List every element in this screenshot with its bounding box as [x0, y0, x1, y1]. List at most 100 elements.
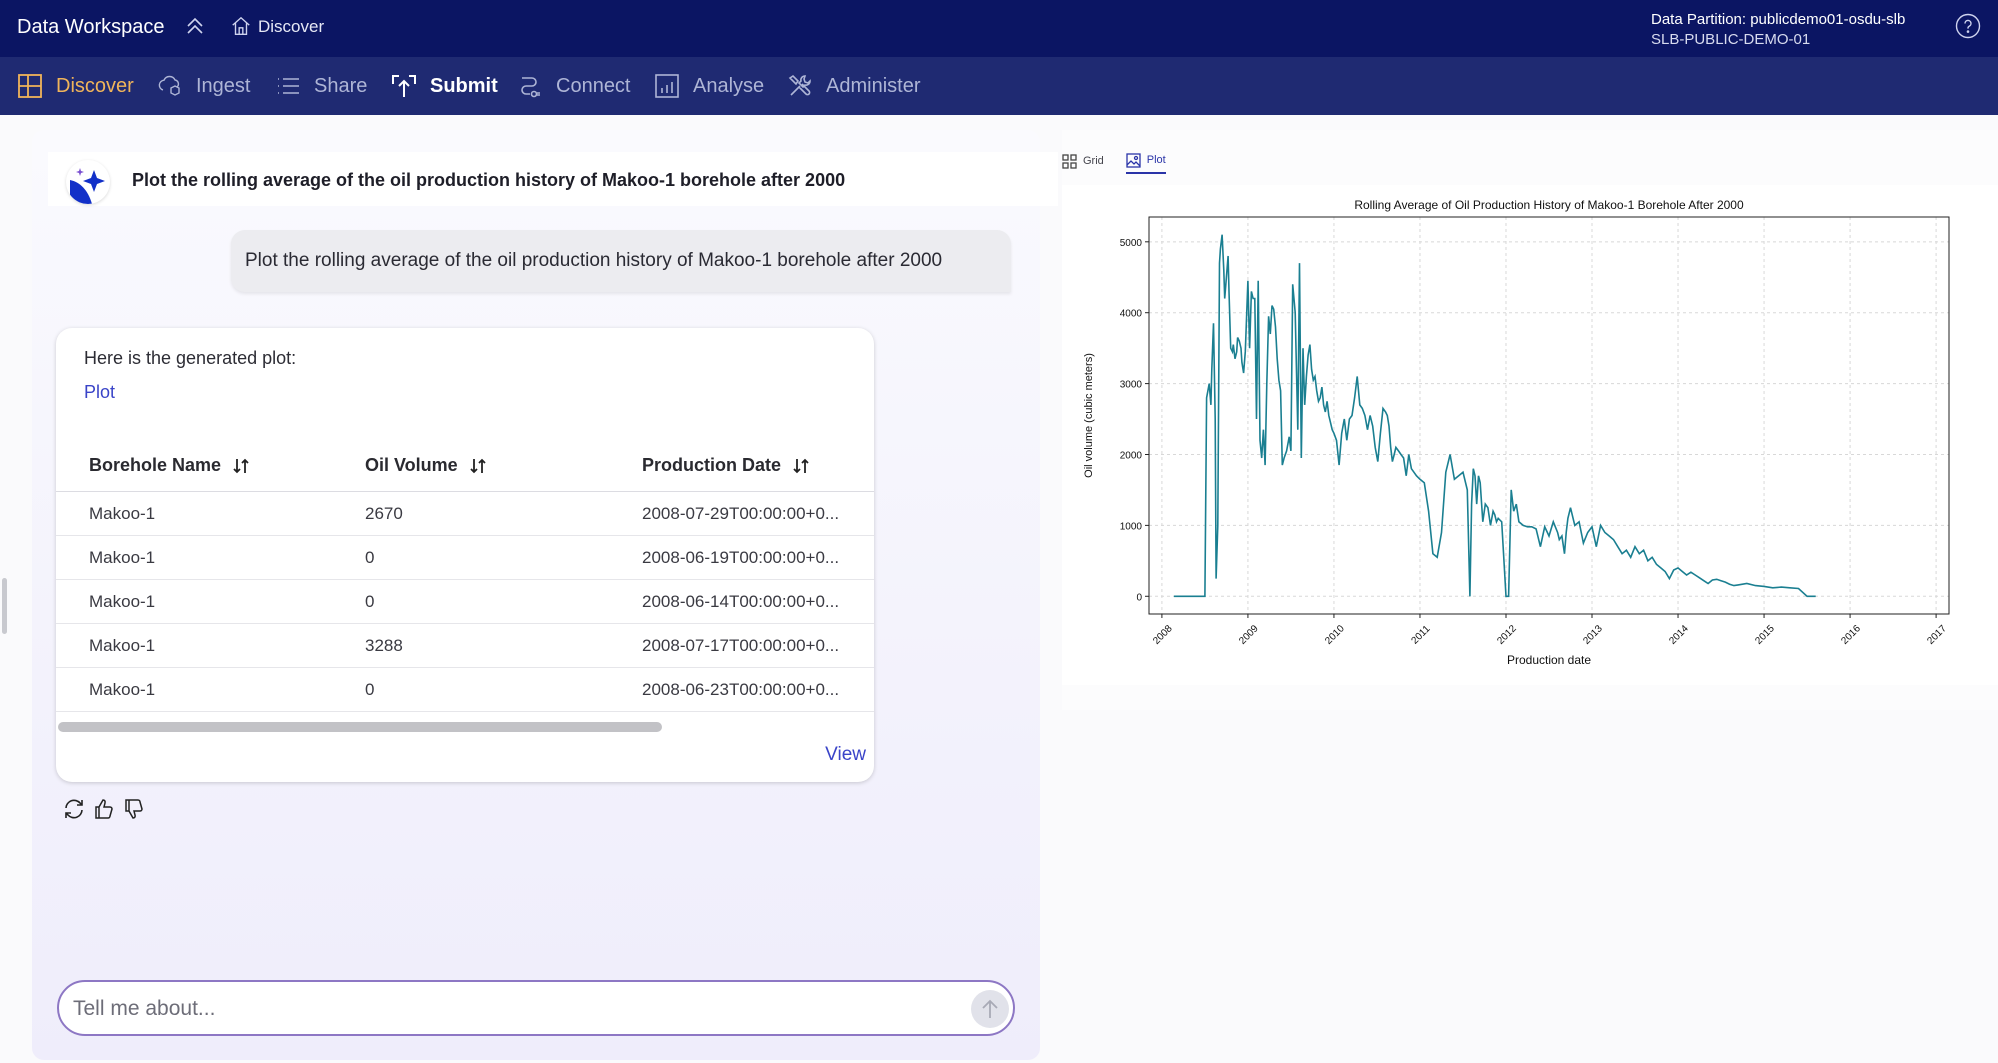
- nav-discover[interactable]: Discover: [16, 71, 134, 101]
- y-tick-label: 0: [1136, 592, 1142, 603]
- table-header-row: Borehole Name Oil Volume Production Date: [56, 440, 874, 492]
- nav-label: Connect: [556, 74, 631, 97]
- nav-analyse[interactable]: Analyse: [653, 71, 764, 101]
- table-row[interactable]: Makoo-1 2670 2008-07-29T00:00:00+0...: [56, 492, 874, 536]
- cell-borehole-name: Makoo-1: [89, 679, 156, 699]
- y-tick-label: 4000: [1120, 309, 1143, 320]
- x-tick-label: 2012: [1495, 623, 1519, 647]
- sort-icon[interactable]: [231, 456, 251, 476]
- x-tick-label: 2011: [1410, 623, 1433, 646]
- cell-oil-volume: 3288: [365, 635, 403, 655]
- column-header-oil-volume[interactable]: Oil Volume: [365, 440, 488, 491]
- table-row[interactable]: Makoo-1 0 2008-06-23T00:00:00+0...: [56, 668, 874, 712]
- assistant-avatar: [66, 160, 110, 204]
- nav-label: Submit: [430, 74, 498, 97]
- conversation-title: Plot the rolling average of the oil prod…: [132, 170, 846, 190]
- table-row[interactable]: Makoo-1 3288 2008-07-17T00:00:00+0...: [56, 624, 874, 668]
- results-table: Borehole Name Oil Volume Production Date…: [56, 440, 874, 712]
- y-tick-label: 1000: [1120, 521, 1143, 532]
- top-header: Data Workspace Discover Data Partition: …: [0, 0, 1998, 57]
- y-axis-label: Oil volume (cubic meters): [1083, 353, 1095, 478]
- send-button[interactable]: [971, 990, 1009, 1028]
- cell-oil-volume: 2670: [365, 503, 403, 523]
- page-scrollbar[interactable]: [2, 578, 7, 634]
- cloud-ingest-icon: [158, 75, 180, 96]
- series-line: [1173, 234, 1816, 598]
- column-header-borehole-name[interactable]: Borehole Name: [89, 440, 251, 491]
- partition-id: SLB-PUBLIC-DEMO-01: [1651, 31, 1811, 48]
- chat-input[interactable]: [73, 992, 933, 1026]
- x-tick-label: 2014: [1667, 623, 1691, 647]
- cell-borehole-name: Makoo-1: [89, 635, 156, 655]
- plot-frame: [1148, 216, 1950, 615]
- bar-chart-icon: [655, 74, 679, 98]
- breadcrumb-discover[interactable]: Discover: [258, 17, 324, 37]
- cell-borehole-name: Makoo-1: [89, 503, 156, 523]
- y-tick-label: 5000: [1120, 238, 1143, 249]
- sort-icon[interactable]: [791, 456, 811, 476]
- nav-share[interactable]: Share: [274, 71, 367, 101]
- thumbs-down-icon[interactable]: [122, 797, 146, 821]
- table-horizontal-scrollbar[interactable]: [58, 722, 662, 732]
- column-header-label: Borehole Name: [89, 455, 222, 475]
- column-header-production-date[interactable]: Production Date: [642, 440, 811, 491]
- tools-icon: [788, 74, 811, 96]
- nav-label: Analyse: [693, 74, 765, 97]
- help-icon[interactable]: [1955, 13, 1981, 39]
- nav-label: Share: [314, 74, 368, 97]
- plot-link[interactable]: Plot: [84, 382, 115, 403]
- cell-oil-volume: 0: [365, 547, 375, 567]
- tab-grid[interactable]: Grid: [1062, 148, 1104, 174]
- view-link[interactable]: View: [825, 744, 866, 766]
- image-plot-icon: [1126, 152, 1141, 168]
- chevron-double-up-icon[interactable]: [183, 14, 207, 38]
- nav-connect[interactable]: Connect: [516, 71, 631, 101]
- tab-label: Grid: [1083, 155, 1104, 167]
- column-header-label: Production Date: [642, 455, 782, 475]
- thumbs-up-icon[interactable]: [92, 797, 116, 821]
- cell-production-date: 2008-07-17T00:00:00+0...: [642, 635, 840, 655]
- chat-panel: Plot the rolling average of the oil prod…: [32, 130, 1058, 1060]
- regenerate-icon[interactable]: [62, 797, 86, 821]
- partition-label: Data Partition: publicdemo01-osdu-slb: [1651, 11, 1906, 28]
- cell-oil-volume: 0: [365, 679, 375, 699]
- x-tick-label: 2010: [1323, 623, 1347, 647]
- cell-oil-volume: 0: [365, 591, 375, 611]
- y-tick-label: 3000: [1120, 380, 1143, 391]
- table-row[interactable]: Makoo-1 0 2008-06-14T00:00:00+0...: [56, 580, 874, 624]
- home-icon[interactable]: [230, 15, 252, 37]
- nav-ingest[interactable]: Ingest: [156, 71, 250, 101]
- cell-production-date: 2008-06-19T00:00:00+0...: [642, 547, 840, 567]
- tab-plot[interactable]: Plot: [1125, 148, 1166, 174]
- conversation-header: Plot the rolling average of the oil prod…: [48, 152, 1058, 206]
- plug-icon: [521, 77, 540, 98]
- cell-production-date: 2008-06-14T00:00:00+0...: [642, 591, 840, 611]
- nav-administer[interactable]: Administer: [786, 71, 920, 101]
- arrow-up-icon: [982, 999, 998, 1018]
- tab-label: Plot: [1146, 154, 1166, 166]
- nav-label: Ingest: [196, 74, 251, 97]
- column-header-label: Oil Volume: [365, 455, 458, 475]
- x-tick-label: 2013: [1581, 623, 1605, 647]
- x-tick-label: 2008: [1151, 623, 1175, 647]
- app-title[interactable]: Data Workspace: [17, 16, 164, 39]
- upload-icon: [392, 75, 416, 97]
- x-tick-label: 2016: [1839, 623, 1863, 647]
- sort-icon[interactable]: [468, 456, 488, 476]
- table-row[interactable]: Makoo-1 0 2008-06-19T00:00:00+0...: [56, 536, 874, 580]
- cell-borehole-name: Makoo-1: [89, 591, 156, 611]
- y-tick-label: 2000: [1120, 450, 1143, 461]
- answer-intro-text: Here is the generated plot:: [84, 348, 297, 368]
- nav-submit[interactable]: Submit: [390, 71, 498, 101]
- cell-production-date: 2008-06-23T00:00:00+0...: [642, 679, 840, 699]
- chart-title: Rolling Average of Oil Production Histor…: [1354, 198, 1744, 212]
- feedback-actions: [62, 797, 146, 821]
- chat-input-box: [57, 980, 1015, 1036]
- x-tick-label: 2015: [1753, 623, 1777, 647]
- user-message: Plot the rolling average of the oil prod…: [231, 230, 1011, 292]
- view-tabs: Grid Plot: [1062, 148, 1166, 178]
- list-icon: [278, 78, 299, 94]
- sparkle-logo-icon: [70, 168, 105, 204]
- x-tick-label: 2017: [1925, 623, 1949, 647]
- production-chart: Rolling Average of Oil Production Histor…: [1062, 185, 1998, 685]
